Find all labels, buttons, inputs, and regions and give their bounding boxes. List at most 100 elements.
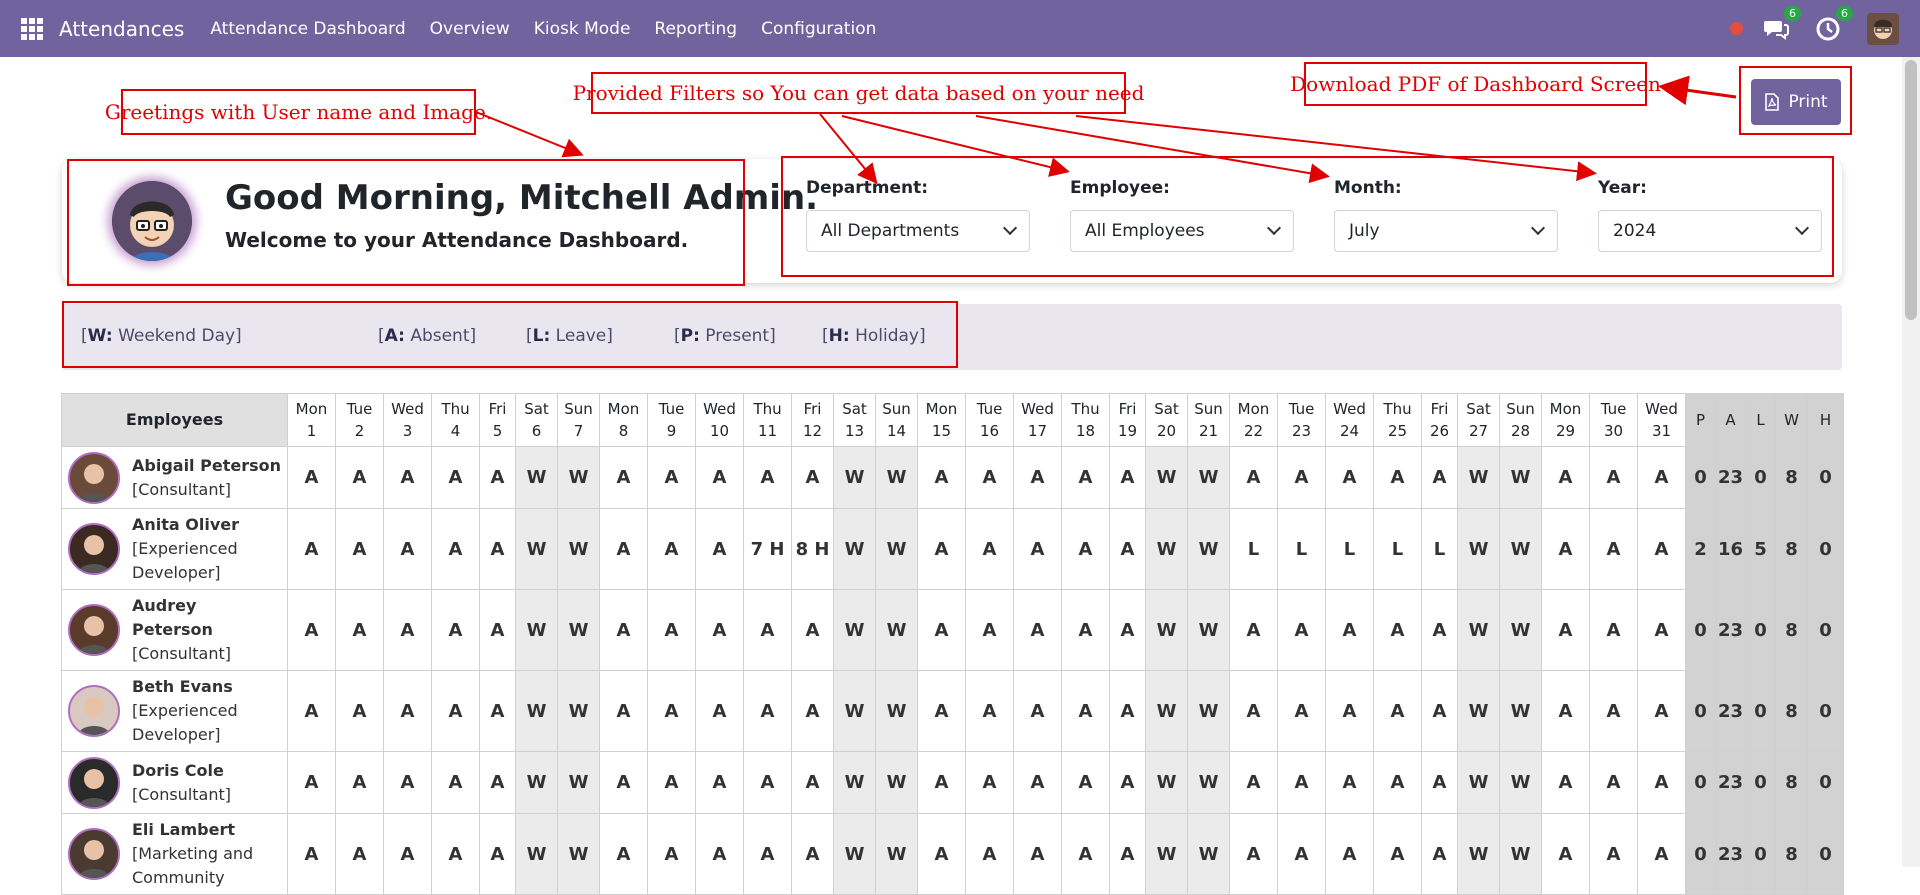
- attendance-mark: A: [383, 813, 432, 895]
- day-header: Sat 20: [1145, 393, 1188, 447]
- table-row: Beth Evans [Experienced Developer] A A A A A W W…: [61, 670, 1844, 752]
- attendance-mark: A: [743, 670, 792, 752]
- attendance-mark: W: [515, 508, 558, 590]
- summary-value: 8: [1775, 508, 1808, 590]
- attendance-mark: L: [1277, 508, 1326, 590]
- summary-value: 5: [1745, 508, 1776, 590]
- attendance-mark: A: [917, 670, 966, 752]
- day-header: Tue 16: [965, 393, 1014, 447]
- menu-overview[interactable]: Overview: [418, 19, 522, 39]
- attendance-mark: W: [1457, 508, 1500, 590]
- attendance-mark: A: [695, 813, 744, 895]
- attendance-mark: W: [1499, 446, 1542, 509]
- summary-value: 0: [1807, 670, 1844, 752]
- attendance-mark: A: [1229, 751, 1278, 814]
- employee-cell: Anita Oliver [Experienced Developer]: [61, 508, 288, 590]
- day-header: Wed 10: [695, 393, 744, 447]
- attendance-mark: A: [1541, 446, 1590, 509]
- summary-value: 0: [1685, 751, 1716, 814]
- attendance-mark: A: [647, 446, 696, 509]
- attendance-mark: W: [1187, 751, 1230, 814]
- attendance-mark: W: [515, 813, 558, 895]
- scrollbar-thumb[interactable]: [1905, 60, 1917, 320]
- menu-kiosk-mode[interactable]: Kiosk Mode: [522, 19, 643, 39]
- attendance-mark: A: [1325, 670, 1374, 752]
- summary-value: 23: [1715, 813, 1746, 895]
- summary-value: 23: [1715, 589, 1746, 671]
- attendance-mark: A: [1325, 813, 1374, 895]
- attendance-mark: A: [1013, 508, 1062, 590]
- employee-name: Audrey Peterson: [132, 596, 213, 639]
- attendance-mark: A: [917, 751, 966, 814]
- attendance-mark: A: [917, 508, 966, 590]
- employee-job: [Consultant]: [132, 644, 231, 663]
- attendance-mark: A: [695, 751, 744, 814]
- employee-job: [Experienced Developer]: [132, 701, 238, 744]
- attendance-mark: A: [1589, 446, 1638, 509]
- attendance-mark: A: [383, 589, 432, 671]
- greeting-annotation: Greetings with User name and Image.: [105, 89, 492, 135]
- attendance-mark: W: [875, 813, 918, 895]
- summary-value: 0: [1685, 446, 1716, 509]
- day-header: Wed 31: [1637, 393, 1686, 447]
- attendance-mark: A: [791, 813, 834, 895]
- attendance-mark: A: [383, 751, 432, 814]
- attendance-mark: W: [557, 589, 600, 671]
- attendance-mark: W: [1457, 670, 1500, 752]
- day-header: Mon 8: [599, 393, 648, 447]
- attendance-mark: A: [1013, 813, 1062, 895]
- attendance-mark: A: [1061, 508, 1110, 590]
- summary-value: 16: [1715, 508, 1746, 590]
- attendance-mark: A: [1589, 508, 1638, 590]
- attendance-mark: A: [1061, 670, 1110, 752]
- attendance-mark: W: [1187, 589, 1230, 671]
- attendance-mark: L: [1325, 508, 1374, 590]
- employee-name: Eli Lambert: [132, 820, 235, 839]
- table-row: Anita Oliver [Experienced Developer] A A A A A…: [61, 508, 1844, 590]
- attendance-mark: A: [647, 813, 696, 895]
- user-avatar[interactable]: [1867, 12, 1899, 45]
- app-title[interactable]: Attendances: [59, 17, 184, 41]
- day-header: Fri 26: [1421, 393, 1458, 447]
- record-dot-icon[interactable]: [1730, 22, 1743, 35]
- summary-value: 23: [1715, 670, 1746, 752]
- table-row: Doris Cole [Consultant] A A A A A W W A A A A A W W A A A A…: [61, 751, 1844, 814]
- attendance-mark: A: [599, 670, 648, 752]
- attendance-mark: A: [791, 751, 834, 814]
- attendance-mark: W: [557, 813, 600, 895]
- clock-icon[interactable]: 6: [1815, 5, 1853, 42]
- day-header: Sat 27: [1457, 393, 1500, 447]
- attendance-mark: A: [917, 446, 966, 509]
- attendance-mark: W: [1499, 508, 1542, 590]
- pdf-annotation: Download PDF of Dashboard Screen: [1290, 62, 1661, 106]
- menu-configuration[interactable]: Configuration: [749, 19, 888, 39]
- employee-name: Anita Oliver: [132, 515, 240, 534]
- attendance-mark: W: [875, 670, 918, 752]
- attendance-mark: A: [1013, 589, 1062, 671]
- employee-cell: Audrey Peterson [Consultant]: [61, 589, 288, 671]
- attendance-mark: A: [1277, 813, 1326, 895]
- attendance-mark: A: [1229, 670, 1278, 752]
- attendance-mark: W: [1499, 670, 1542, 752]
- attendance-mark: A: [479, 446, 516, 509]
- day-header: Mon 22: [1229, 393, 1278, 447]
- attendance-mark: A: [287, 508, 336, 590]
- attendance-mark: A: [1637, 589, 1686, 671]
- attendance-mark: A: [917, 813, 966, 895]
- apps-grid-icon[interactable]: [21, 17, 43, 40]
- menu-reporting[interactable]: Reporting: [642, 19, 749, 39]
- attendance-mark: A: [1421, 751, 1458, 814]
- employee-job: [Experienced Developer]: [132, 539, 238, 582]
- summary-value: 0: [1807, 813, 1844, 895]
- chat-icon[interactable]: 6: [1763, 5, 1801, 42]
- attendance-mark: A: [965, 589, 1014, 671]
- attendance-mark: A: [1637, 508, 1686, 590]
- attendance-mark: A: [479, 751, 516, 814]
- menu-attendance-dashboard[interactable]: Attendance Dashboard: [198, 19, 417, 39]
- attendance-mark: A: [431, 589, 480, 671]
- attendance-mark: W: [557, 446, 600, 509]
- day-header: Thu 25: [1373, 393, 1422, 447]
- attendance-mark: W: [875, 508, 918, 590]
- day-header: Wed 3: [383, 393, 432, 447]
- employee-name: Doris Cole: [132, 760, 224, 780]
